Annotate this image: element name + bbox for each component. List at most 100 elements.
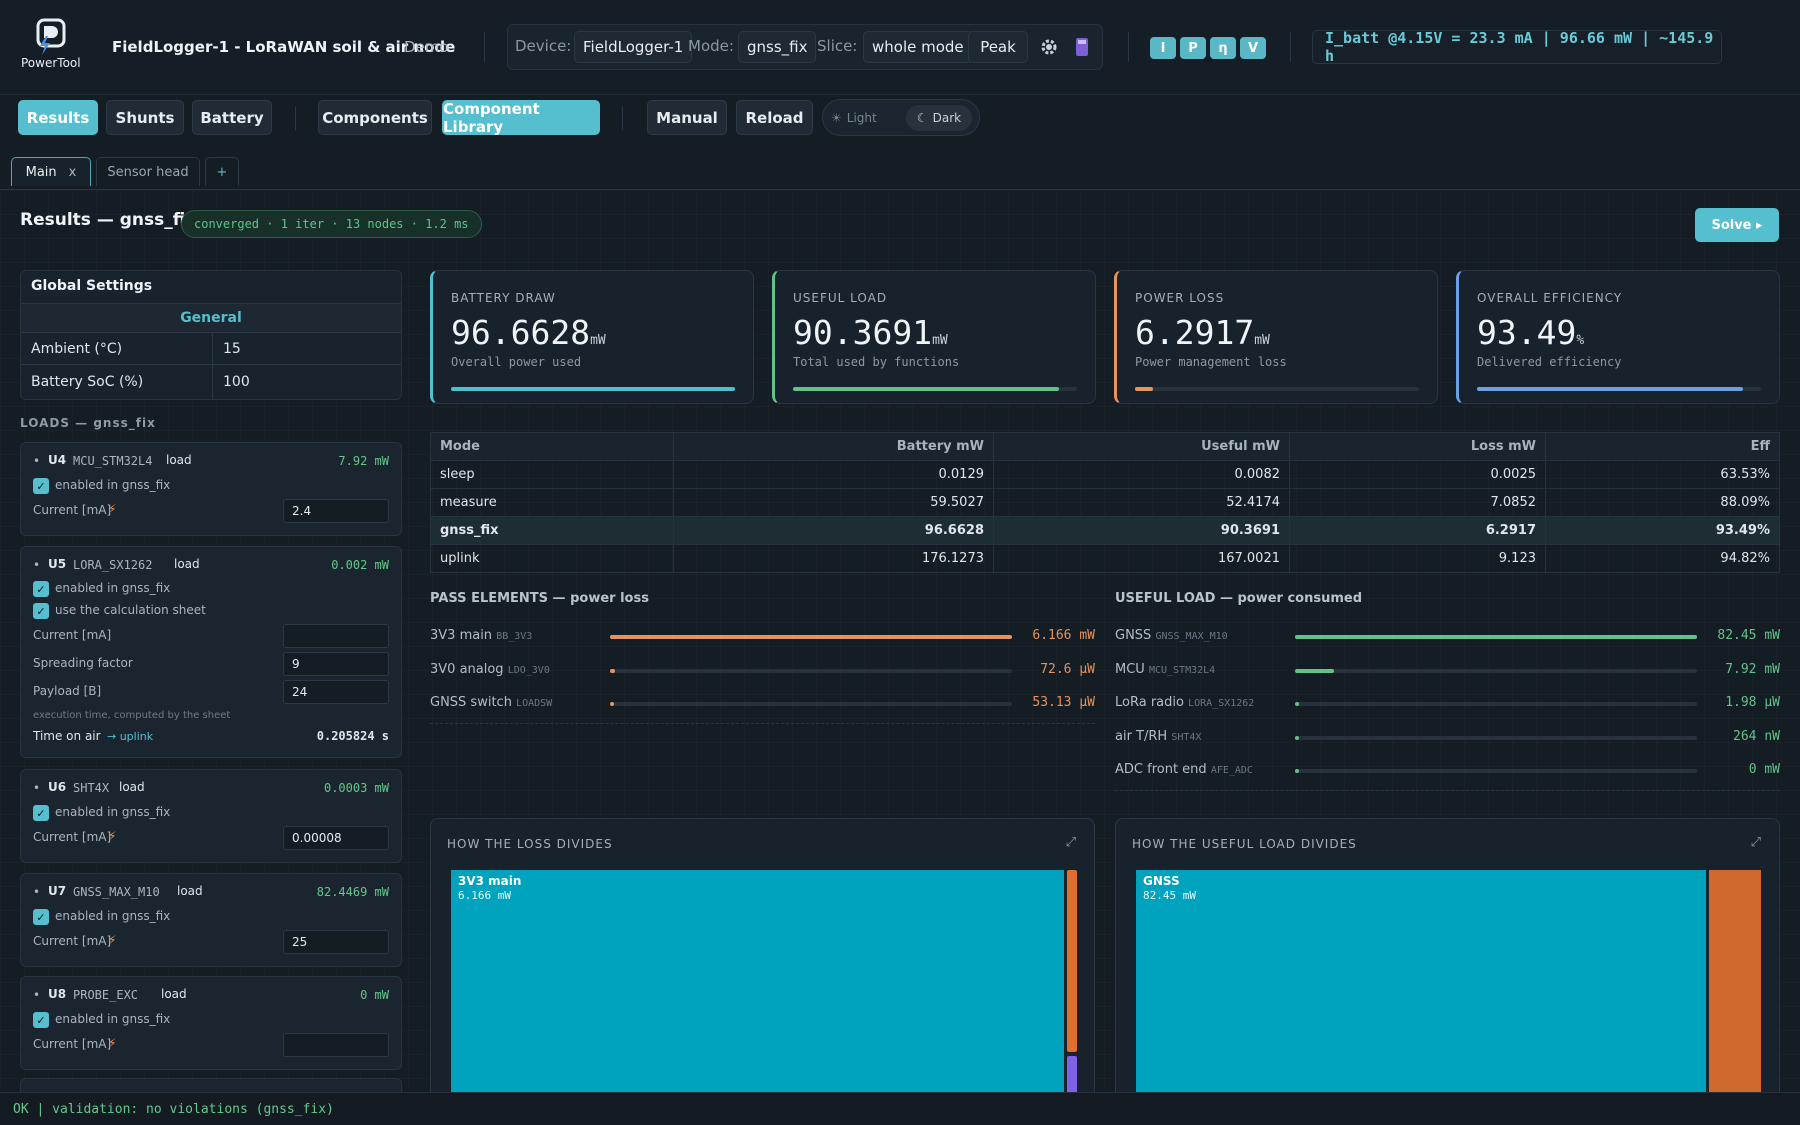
bar-row[interactable]: GNSS switch LOADSW 53.13 µW bbox=[430, 695, 1095, 717]
column-header[interactable]: Loss mW bbox=[1289, 432, 1546, 461]
table-row[interactable]: gnss_fix 96.6628 90.3691 6.2917 93.49% bbox=[430, 516, 1780, 545]
mode-label: Mode: bbox=[688, 37, 734, 55]
nav-component-library[interactable]: Component Library bbox=[442, 100, 600, 136]
theme-dark-option[interactable]: ☾ Dark bbox=[906, 105, 972, 131]
load-power: 7.92 mW bbox=[338, 454, 389, 468]
tile-value: 6.166 mW bbox=[458, 889, 511, 902]
uplink-link[interactable]: → uplink bbox=[107, 730, 153, 743]
nav-components[interactable]: Components bbox=[318, 100, 432, 135]
bar-row[interactable]: 3V3 main BB_3V3 6.166 mW bbox=[430, 628, 1095, 650]
load-part: GNSS_MAX_M10 bbox=[73, 885, 160, 899]
load-ref: U8 bbox=[48, 987, 67, 1001]
current-label: Current [mA] bbox=[33, 628, 112, 642]
current-input[interactable]: 25 bbox=[283, 930, 389, 954]
expand-icon[interactable]: ⤢ bbox=[1751, 835, 1761, 850]
tab-main[interactable]: Main x bbox=[11, 157, 91, 186]
tab-bar: Main x Sensor head + bbox=[0, 152, 1800, 190]
battery-soc-input[interactable]: 100 bbox=[223, 374, 250, 390]
useful-treemap-title: HOW THE USEFUL LOAD DIVIDES bbox=[1132, 837, 1357, 851]
enabled-checkbox[interactable]: ✓ bbox=[33, 805, 49, 821]
nav-manual[interactable]: Manual bbox=[647, 100, 727, 135]
current-input[interactable] bbox=[283, 624, 389, 648]
current-input[interactable]: 0.00008 bbox=[283, 826, 389, 850]
enabled-checkbox[interactable]: ✓ bbox=[33, 581, 49, 597]
settings-row: Battery SoC (%) 100 bbox=[21, 365, 401, 399]
gear-icon[interactable] bbox=[1039, 37, 1059, 61]
divider bbox=[1128, 32, 1129, 62]
stat-value: 93.49% bbox=[1477, 313, 1584, 352]
voltage-badge[interactable]: V bbox=[1240, 37, 1266, 59]
current-badge[interactable]: I bbox=[1150, 37, 1176, 59]
stat-progress-fill bbox=[1135, 387, 1154, 391]
bar-part: LORA_SX1262 bbox=[1188, 698, 1255, 709]
solve-button[interactable]: Solve ▸ bbox=[1695, 208, 1779, 242]
calc-note: execution time, computed by the sheet bbox=[33, 710, 231, 721]
bar-value: 7.92 mW bbox=[1725, 661, 1780, 677]
load-part: MCU_STM32L4 bbox=[73, 454, 153, 468]
power-badge[interactable]: P bbox=[1180, 37, 1206, 59]
bar-row[interactable]: LoRa radio LORA_SX1262 1.98 µW bbox=[1115, 695, 1780, 717]
bar-row[interactable]: ADC front end AFE_ADC 0 mW bbox=[1115, 762, 1780, 784]
bar-row[interactable]: 3V0 analog LDO_3V0 72.6 µW bbox=[430, 662, 1095, 684]
table-cell: 90.3691 bbox=[993, 516, 1290, 545]
enabled-checkbox[interactable]: ✓ bbox=[33, 1012, 49, 1028]
treemap-tile-gnss[interactable]: GNSS 82.45 mW bbox=[1136, 870, 1706, 1125]
theme-light-label: Light bbox=[846, 111, 877, 125]
theme-light-option[interactable]: ☀ Light bbox=[831, 106, 877, 130]
theme-toggle[interactable]: ☀ Light ☾ Dark bbox=[822, 99, 980, 136]
table-cell: 93.49% bbox=[1545, 516, 1780, 545]
load-kind: load bbox=[177, 884, 203, 898]
close-icon[interactable]: x bbox=[69, 165, 77, 180]
nav-shunts[interactable]: Shunts bbox=[106, 100, 184, 135]
loss-treemap-title: HOW THE LOSS DIVIDES bbox=[447, 837, 613, 851]
add-tab-button[interactable]: + bbox=[205, 157, 239, 186]
bar-row[interactable]: MCU MCU_STM32L4 7.92 mW bbox=[1115, 662, 1780, 684]
load-kind: load bbox=[174, 557, 200, 571]
stat-subtitle: Power management loss bbox=[1135, 355, 1287, 369]
treemap-tile-3v0-analog[interactable] bbox=[1067, 870, 1077, 1052]
slice-label: Slice: bbox=[817, 37, 858, 55]
table-cell: 176.1273 bbox=[673, 544, 994, 573]
bar-row[interactable]: air T/RH SHT4X 264 nW bbox=[1115, 729, 1780, 751]
bar-row[interactable]: GNSS GNSS_MAX_M10 82.45 mW bbox=[1115, 628, 1780, 650]
bar-fill bbox=[1295, 668, 1334, 673]
load-part: LORA_SX1262 bbox=[73, 558, 153, 572]
table-row[interactable]: measure 59.5027 52.4174 7.0852 88.09% bbox=[430, 488, 1780, 517]
nav-battery[interactable]: Battery bbox=[192, 100, 272, 135]
mode-select[interactable]: gnss_fix bbox=[738, 31, 817, 63]
general-section-header[interactable]: General bbox=[21, 303, 401, 333]
current-input[interactable] bbox=[283, 1033, 389, 1057]
nav-reload[interactable]: Reload bbox=[736, 100, 813, 135]
column-header[interactable]: Useful mW bbox=[993, 432, 1290, 461]
stat-label: BATTERY DRAW bbox=[451, 291, 556, 305]
column-header[interactable]: Mode bbox=[430, 432, 674, 461]
device-select[interactable]: FieldLogger-1 bbox=[574, 31, 693, 63]
expand-icon[interactable]: ⤢ bbox=[1066, 835, 1076, 850]
table-row[interactable]: sleep 0.0129 0.0082 0.0025 63.53% bbox=[430, 460, 1780, 489]
payload-input[interactable]: 24 bbox=[283, 680, 389, 704]
column-header[interactable]: Eff bbox=[1545, 432, 1780, 461]
enabled-checkbox[interactable]: ✓ bbox=[33, 478, 49, 494]
column-header[interactable]: Battery mW bbox=[673, 432, 994, 461]
enabled-checkbox[interactable]: ✓ bbox=[33, 909, 49, 925]
treemap-tile-mcu[interactable] bbox=[1709, 870, 1761, 1125]
nav-results[interactable]: Results bbox=[18, 100, 98, 135]
calculator-icon[interactable] bbox=[1075, 37, 1089, 61]
current-label: Current [mA] bbox=[33, 503, 112, 517]
table-row[interactable]: uplink 176.1273 167.0021 9.123 94.82% bbox=[430, 544, 1780, 573]
tab-sensor-head[interactable]: Sensor head bbox=[96, 157, 200, 186]
spreading-factor-input[interactable]: 9 bbox=[283, 652, 389, 676]
stat-subtitle: Total used by functions bbox=[793, 355, 960, 369]
peak-button[interactable]: Peak bbox=[968, 31, 1028, 63]
slice-select[interactable]: whole mode bbox=[863, 31, 973, 63]
current-input[interactable]: 2.4 bbox=[283, 499, 389, 523]
table-cell: 0.0082 bbox=[993, 460, 1290, 489]
table-cell: 59.5027 bbox=[673, 488, 994, 517]
treemap-tile-3v3-main[interactable]: 3V3 main 6.166 mW bbox=[451, 870, 1064, 1125]
calc-sheet-checkbox[interactable]: ✓ bbox=[33, 603, 49, 619]
settings-row: Ambient (°C) 15 bbox=[21, 333, 401, 365]
ambient-input[interactable]: 15 bbox=[223, 341, 241, 357]
bar-name: GNSS bbox=[1115, 628, 1152, 643]
efficiency-badge[interactable]: η bbox=[1210, 37, 1236, 59]
load-ref: U5 bbox=[48, 557, 67, 571]
